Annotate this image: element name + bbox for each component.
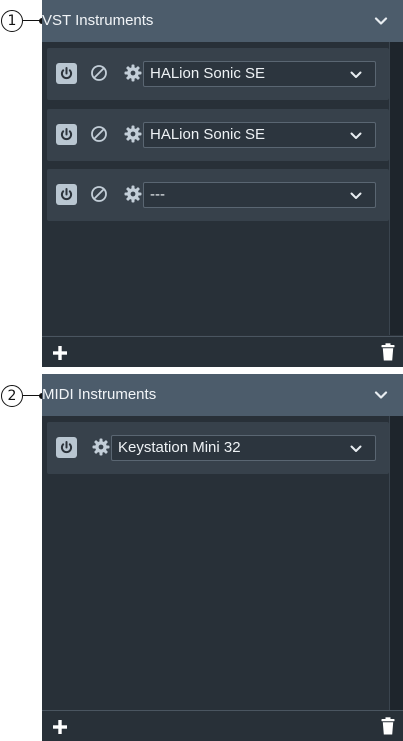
- callout-2: 2: [0, 385, 46, 409]
- edit-icon[interactable]: [89, 184, 109, 204]
- section-title: VST Instruments: [42, 12, 154, 29]
- edit-icon[interactable]: [89, 124, 109, 144]
- vst-instrument-list: HALion Sonic SE HALion Sonic SE ---: [42, 42, 390, 335]
- scrollbar[interactable]: [389, 42, 403, 335]
- midi-instrument-list: Keystation Mini 32: [42, 416, 390, 710]
- gear-icon[interactable]: [123, 124, 143, 144]
- gear-icon[interactable]: [91, 437, 111, 457]
- plus-icon[interactable]: [52, 719, 68, 735]
- section-title: MIDI Instruments: [42, 386, 157, 403]
- list-item: ---: [47, 169, 389, 221]
- power-icon: [60, 67, 73, 80]
- instrument-select[interactable]: HALion Sonic SE: [143, 61, 376, 87]
- vst-instruments-panel: VST Instruments HALion Sonic SE HALion S…: [42, 0, 403, 367]
- power-button[interactable]: [56, 437, 77, 458]
- instrument-select[interactable]: Keystation Mini 32: [111, 435, 376, 461]
- trash-icon[interactable]: [381, 343, 395, 361]
- instrument-select[interactable]: ---: [143, 182, 376, 208]
- chevron-down-icon: [350, 445, 362, 452]
- midi-instruments-header[interactable]: MIDI Instruments: [42, 374, 403, 416]
- callout-number: 2: [1, 385, 23, 407]
- list-item: HALion Sonic SE: [47, 109, 389, 161]
- vst-instruments-footer: [42, 336, 403, 367]
- selected-instrument: ---: [150, 186, 165, 203]
- midi-instruments-footer: [42, 710, 403, 741]
- selected-instrument: Keystation Mini 32: [118, 439, 241, 456]
- chevron-down-icon: [350, 132, 362, 139]
- power-icon: [60, 188, 73, 201]
- power-icon: [60, 441, 73, 454]
- chevron-down-icon: [350, 71, 362, 78]
- gear-icon[interactable]: [123, 63, 143, 83]
- power-button[interactable]: [56, 184, 77, 205]
- chevron-down-icon: [350, 192, 362, 199]
- trash-icon[interactable]: [381, 717, 395, 735]
- power-icon: [60, 128, 73, 141]
- chevron-down-icon[interactable]: [373, 387, 389, 403]
- power-button[interactable]: [56, 63, 77, 84]
- plus-icon[interactable]: [52, 345, 68, 361]
- selected-instrument: HALion Sonic SE: [150, 126, 266, 143]
- instrument-select[interactable]: HALion Sonic SE: [143, 122, 376, 148]
- callout-1: 1: [0, 10, 46, 34]
- chevron-down-icon[interactable]: [373, 13, 389, 29]
- vst-instruments-header[interactable]: VST Instruments: [42, 0, 403, 42]
- midi-instruments-panel: MIDI Instruments Keystation Mini 32: [42, 374, 403, 741]
- gear-icon[interactable]: [123, 184, 143, 204]
- list-item: HALion Sonic SE: [47, 48, 389, 100]
- power-button[interactable]: [56, 124, 77, 145]
- list-item: Keystation Mini 32: [47, 422, 389, 474]
- scrollbar[interactable]: [389, 416, 403, 710]
- edit-icon[interactable]: [89, 63, 109, 83]
- selected-instrument: HALion Sonic SE: [150, 65, 266, 82]
- callout-number: 1: [1, 10, 23, 32]
